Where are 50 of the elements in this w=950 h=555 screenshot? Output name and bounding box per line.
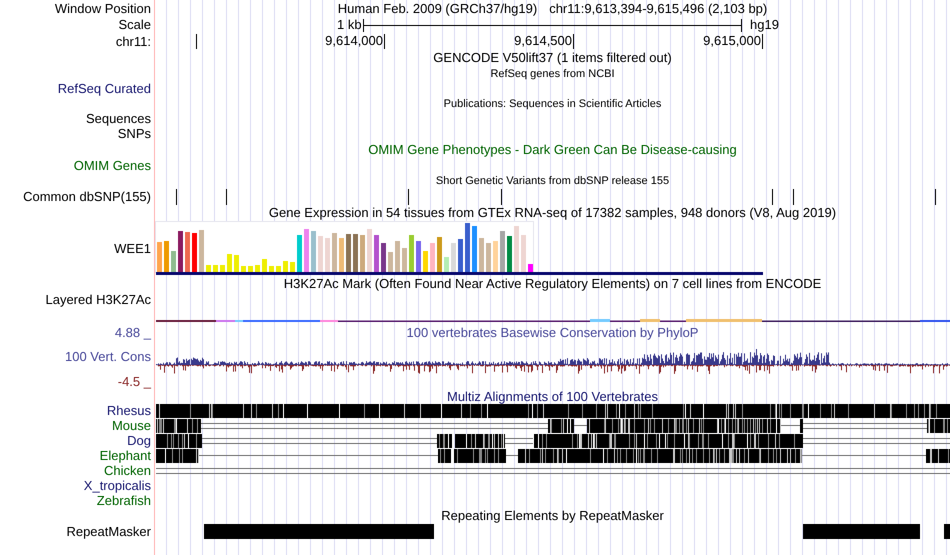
track-title: GENCODE V50lift37 (1 items filtered out) bbox=[433, 51, 672, 65]
position-text: chr11:9,613,394-9,615,496 (2,103 bp) bbox=[549, 2, 768, 16]
track-label: Scale bbox=[118, 18, 151, 32]
snp-tick bbox=[935, 189, 936, 205]
repeat-block bbox=[944, 524, 950, 539]
track-label: Sequences bbox=[86, 112, 151, 126]
ruler-label: 9,614,000 bbox=[325, 34, 383, 48]
snp-tick bbox=[501, 189, 502, 205]
species-label: X_tropicalis bbox=[84, 478, 151, 492]
track-label: Layered H3K27Ac bbox=[45, 293, 151, 307]
ruler-label: 9,614,500 bbox=[514, 34, 572, 48]
scale-assembly: hg19 bbox=[750, 18, 779, 32]
track-title: Multiz Alignments of 100 Vertebrates bbox=[446, 390, 658, 404]
axis-min-label: -4.5 _ bbox=[118, 375, 151, 389]
track-title: Repeating Elements by RepeatMasker bbox=[441, 509, 664, 523]
species-label: Chicken bbox=[104, 464, 151, 478]
species-label: Rhesus bbox=[106, 404, 151, 418]
track-title: H3K27Ac Mark (Often Found Near Active Regulatory Elements) on 7 cell lines from ENCODE bbox=[284, 277, 822, 291]
track-title: OMIM Gene Phenotypes - Dark Green Can Be Disease-causing bbox=[368, 143, 737, 157]
species-label: Dog bbox=[127, 434, 151, 448]
snp-tick bbox=[408, 189, 409, 205]
track-title: Gene Expression in 54 tissues from GTEx RNA-seq of 17382 samples, 948 donors (V8, Aug 2019) bbox=[268, 206, 836, 220]
track-title: 100 vertebrates Basewise Conservation by PhyloP bbox=[406, 326, 698, 340]
track-label: RefSeq Curated bbox=[58, 82, 151, 96]
snp-tick bbox=[793, 189, 794, 205]
track-label: 100 Vert. Cons bbox=[65, 350, 151, 364]
snp-tick bbox=[176, 189, 177, 205]
ruler-tick bbox=[573, 34, 574, 49]
track-title: RefSeq genes from NCBI bbox=[490, 66, 615, 80]
ruler-tick bbox=[384, 34, 385, 49]
ruler-tick bbox=[196, 34, 197, 49]
track-label: Window Position bbox=[54, 2, 151, 16]
track-label: SNPs bbox=[118, 127, 151, 141]
snp-tick bbox=[772, 189, 773, 205]
ruler-tick bbox=[762, 34, 763, 49]
track-label: Common dbSNP(155) bbox=[23, 190, 151, 204]
snp-tick bbox=[226, 189, 227, 205]
species-label: Elephant bbox=[100, 448, 151, 462]
ruler-label: 9,615,000 bbox=[703, 34, 761, 48]
gene-label: WEE1 bbox=[114, 242, 151, 256]
assembly-title: Human Feb. 2009 (GRCh37/hg19) bbox=[338, 2, 538, 16]
scale-size: 1 kb bbox=[337, 18, 362, 32]
species-label: Zebrafish bbox=[96, 494, 151, 508]
track-label: chr11: bbox=[116, 34, 151, 48]
axis-max-label: 4.88 _ bbox=[114, 326, 151, 340]
track-title: Publications: Sequences in Scientific Articles bbox=[444, 96, 662, 110]
track-label: OMIM Genes bbox=[74, 158, 151, 172]
species-label: Mouse bbox=[112, 418, 151, 432]
track-label: RepeatMasker bbox=[66, 525, 151, 539]
track-title: Short Genetic Variants from dbSNP release 155 bbox=[436, 174, 670, 188]
